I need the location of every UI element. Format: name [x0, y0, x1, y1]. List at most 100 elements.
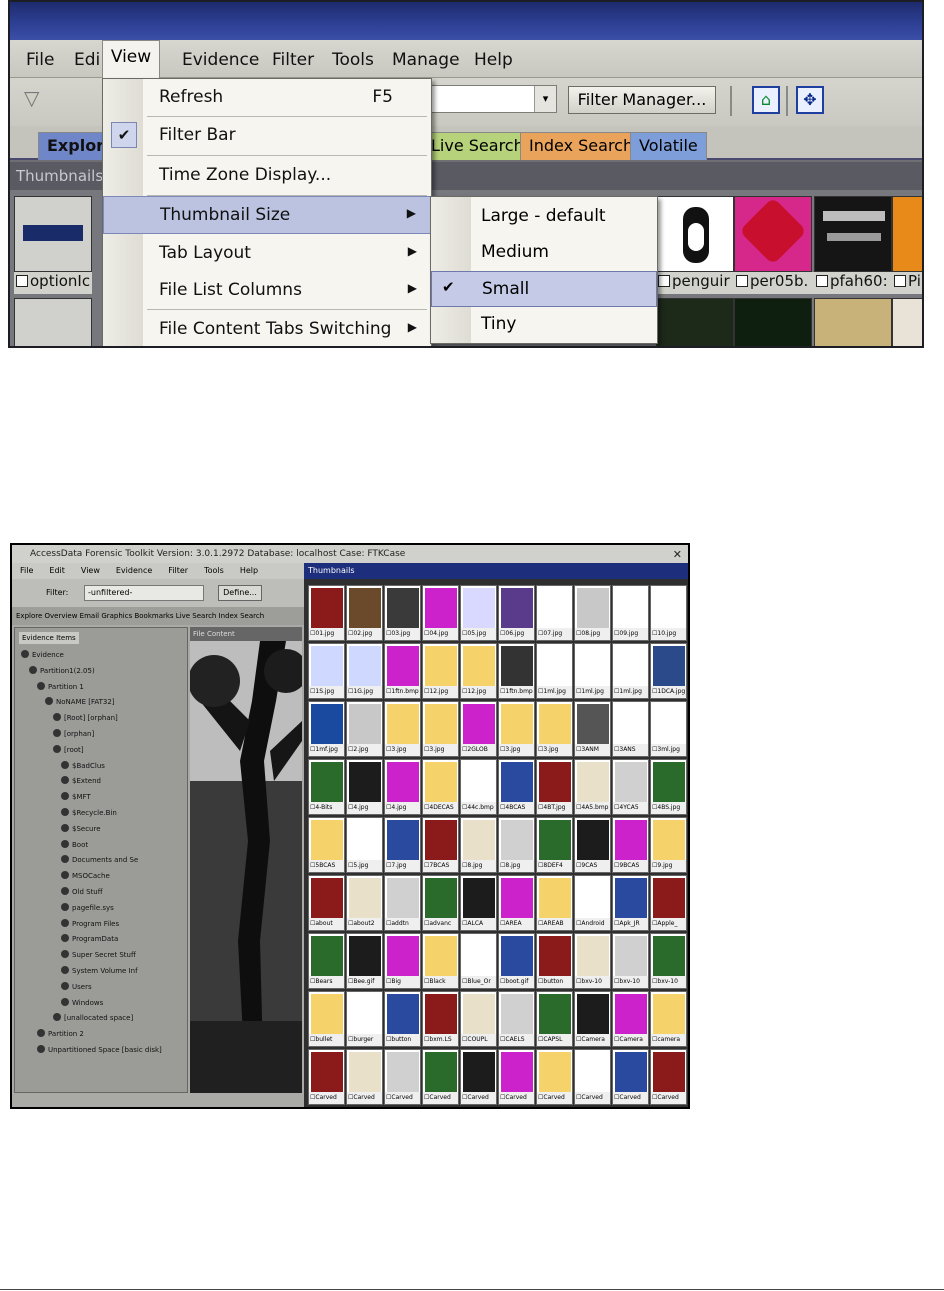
thumbnail-cell[interactable]: ☐Camera: [612, 991, 649, 1047]
checkbox-icon[interactable]: [894, 275, 906, 287]
thumb-label-per05b[interactable]: per05b.: [734, 272, 814, 294]
checkbox-icon[interactable]: [658, 275, 670, 287]
tree-node[interactable]: Partition 1: [37, 681, 84, 694]
tree-node[interactable]: Super Secret Stuff: [61, 950, 136, 962]
filter-manager-button[interactable]: Filter Manager...: [568, 86, 716, 114]
tree-node[interactable]: pagefile.sys: [61, 902, 114, 915]
thumbnail-cell[interactable]: ☐Carved: [308, 1049, 345, 1105]
thumbnail-cell[interactable]: ☐9.jpg: [650, 817, 687, 873]
thumbnail-cell[interactable]: ☐Carved: [536, 1049, 573, 1105]
thumbnail-cell[interactable]: ☐3ANS: [612, 701, 649, 757]
tree-node[interactable]: [unallocated space]: [53, 1013, 133, 1025]
thumbnail-cell[interactable]: ☐button: [384, 991, 421, 1047]
thumbnail-cell[interactable]: ☐about2: [346, 875, 383, 931]
thumbnail-cell[interactable]: ☐8.jpg: [460, 817, 497, 873]
define-filter-button[interactable]: Define...: [218, 585, 262, 601]
thumbnail-cell[interactable]: ☐advanc: [422, 875, 459, 931]
thumbnail-cell[interactable]: ☐1S.jpg: [308, 643, 345, 699]
thumbnail-cell[interactable]: ☐bxv-10: [612, 933, 649, 989]
thumbnail-cell[interactable]: ☐button: [536, 933, 573, 989]
thumbnail-cell[interactable]: ☐1ftn.bmp: [498, 643, 535, 699]
thumbnail-cell[interactable]: ☐Carved: [346, 1049, 383, 1105]
thumbnail-cell[interactable]: ☐44c.bmp: [460, 759, 497, 815]
tree-node[interactable]: [root]: [53, 744, 84, 757]
thumbnail-pfah60[interactable]: [814, 196, 892, 272]
menu-evidence[interactable]: Evidence: [182, 50, 259, 70]
menu-item-file-content-tabs[interactable]: File Content Tabs Switching ▶: [103, 311, 431, 346]
menu-edit[interactable]: Edi: [74, 50, 100, 70]
thumb-label-pi[interactable]: Pi: [892, 272, 922, 294]
menu-tools[interactable]: Tools: [332, 50, 374, 70]
menu-item-time-zone[interactable]: Time Zone Display...: [103, 157, 431, 195]
thumbnail-cell[interactable]: ☐12.jpg: [460, 643, 497, 699]
menu-filter[interactable]: Filter: [272, 50, 314, 70]
thumbnail-cell[interactable]: ☐1ml.jpg: [536, 643, 573, 699]
thumbnail-cell[interactable]: ☐Bee.gif: [346, 933, 383, 989]
menu-item-thumbnail-size[interactable]: Thumbnail Size ▶: [103, 196, 431, 234]
tree-node[interactable]: ProgramData: [61, 934, 118, 946]
thumbnail-cell[interactable]: ☐3.jpg: [384, 701, 421, 757]
thumbnail[interactable]: [14, 298, 92, 346]
menu-item-large[interactable]: Large - default: [431, 199, 657, 235]
thumbnail-cell[interactable]: ☐03.jpg: [384, 585, 421, 641]
thumbnail-cell[interactable]: ☐Carved: [574, 1049, 611, 1105]
thumbnail-cell[interactable]: ☐Carved: [650, 1049, 687, 1105]
thumbnail-cell[interactable]: ☐Camera: [574, 991, 611, 1047]
thumbnail-cell[interactable]: ☐about: [308, 875, 345, 931]
tree-node[interactable]: NoNAME [FAT32]: [45, 697, 115, 709]
thumbnail-cell[interactable]: ☐addtn: [384, 875, 421, 931]
thumbnail-cell[interactable]: ☐3.jpg: [422, 701, 459, 757]
thumbnail-cell[interactable]: ☐Carved: [384, 1049, 421, 1105]
thumbnail-cell[interactable]: ☐bullet: [308, 991, 345, 1047]
menu-item[interactable]: View: [81, 566, 100, 575]
thumbnail-cell[interactable]: ☐2.jpg: [346, 701, 383, 757]
menu-item[interactable]: File: [20, 566, 33, 575]
menu-view[interactable]: View: [102, 40, 160, 78]
thumbnail-cell[interactable]: ☐4YCA5: [612, 759, 649, 815]
thumbnail-cell[interactable]: ☐05.jpg: [460, 585, 497, 641]
thumbnail-cell[interactable]: ☐1ml.jpg: [574, 643, 611, 699]
tree-node[interactable]: $BadClus: [61, 760, 105, 773]
thumbnail[interactable]: [892, 196, 922, 272]
thumbnail[interactable]: [814, 298, 892, 346]
menu-item[interactable]: Help: [240, 566, 258, 575]
thumbnail-cell[interactable]: ☐4A5.bmp: [574, 759, 611, 815]
thumbnail-cell[interactable]: ☐Big: [384, 933, 421, 989]
tree-node[interactable]: Users: [61, 981, 92, 994]
thumbnail-cell[interactable]: ☐07.jpg: [536, 585, 573, 641]
thumbnail-cell[interactable]: ☐AREAB: [536, 875, 573, 931]
thumbnail-cell[interactable]: ☐CAELS: [498, 991, 535, 1047]
tree-node[interactable]: Old Stuff: [61, 887, 103, 899]
thumbnail-cell[interactable]: ☐CAPSL: [536, 991, 573, 1047]
tree-node[interactable]: Windows: [61, 997, 103, 1010]
menu-file[interactable]: File: [26, 50, 54, 70]
tree-node[interactable]: Evidence: [21, 650, 64, 662]
tree-node[interactable]: $Recycle.Bin: [61, 808, 117, 820]
thumbnail-cell[interactable]: ☐1DCA.jpg: [650, 643, 687, 699]
thumbnail-cell[interactable]: ☐8.jpg: [498, 817, 535, 873]
menu-item-filter-bar[interactable]: ✔ Filter Bar: [103, 117, 431, 155]
tree-node[interactable]: System Volume Inf: [61, 966, 138, 978]
thumbnail-cell[interactable]: ☐2GLOB: [460, 701, 497, 757]
menu-item-refresh[interactable]: Refresh F5: [103, 79, 431, 117]
tree-node[interactable]: Documents and Se: [61, 855, 138, 867]
thumbnail[interactable]: [892, 298, 922, 346]
thumbnail-cell[interactable]: ☐7.jpg: [384, 817, 421, 873]
tree-node[interactable]: Boot: [61, 839, 88, 852]
thumbnail-cell[interactable]: ☐camera: [650, 991, 687, 1047]
checkbox-icon[interactable]: [736, 275, 748, 287]
thumbnail-cell[interactable]: ☐AREA: [498, 875, 535, 931]
thumbnail-cell[interactable]: ☐12.jpg: [422, 643, 459, 699]
thumbnail-cell[interactable]: ☐burger: [346, 991, 383, 1047]
thumbnail-cell[interactable]: ☐1G.jpg: [346, 643, 383, 699]
thumbnail-cell[interactable]: ☐04.jpg: [422, 585, 459, 641]
thumbnail-heart[interactable]: [734, 196, 812, 272]
menu-item-small[interactable]: ✔ Small: [431, 271, 657, 307]
tree-node[interactable]: [Root] [orphan]: [53, 713, 118, 725]
close-icon[interactable]: ✕: [673, 546, 682, 564]
thumbnail-cell[interactable]: ☐COUPL: [460, 991, 497, 1047]
thumbnail-cell[interactable]: ☐4BCAS: [498, 759, 535, 815]
thumbnail-cell[interactable]: ☐5.jpg: [346, 817, 383, 873]
tab-live-search[interactable]: Live Search: [422, 132, 533, 160]
checkbox-icon[interactable]: [816, 275, 828, 287]
